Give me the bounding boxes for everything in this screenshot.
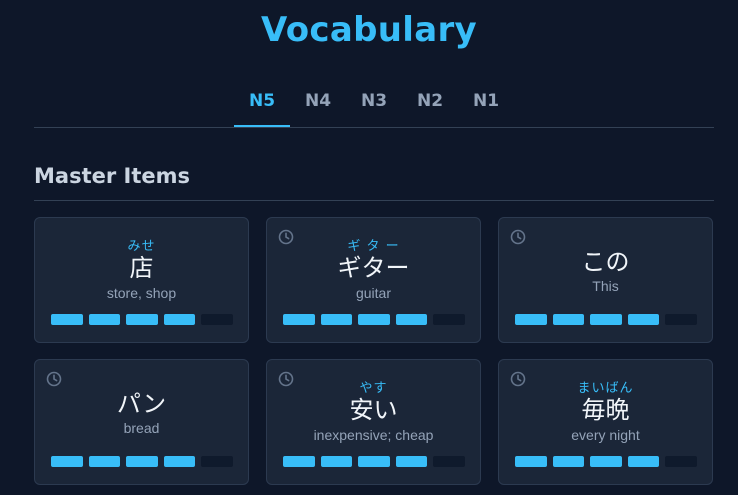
progress-bars	[51, 456, 233, 467]
progress-segment	[88, 314, 121, 325]
card-meaning: every night	[571, 427, 640, 443]
progress-segment	[433, 314, 465, 325]
progress-segment	[283, 456, 315, 467]
progress-segment	[627, 314, 660, 325]
progress-segment	[358, 314, 390, 325]
progress-segment	[515, 456, 547, 467]
progress-bars	[283, 314, 465, 325]
progress-segment	[283, 314, 315, 325]
progress-segment	[126, 456, 158, 467]
page-title: Vocabulary	[261, 10, 477, 50]
progress-segment	[665, 314, 697, 325]
progress-segment	[51, 314, 83, 325]
progress-segment	[552, 456, 585, 467]
progress-segment	[320, 456, 353, 467]
card-word: この	[581, 248, 630, 276]
level-tabs: N5 N4 N3 N2 N1	[34, 80, 714, 128]
progress-segment	[358, 456, 390, 467]
progress-segment	[163, 314, 196, 325]
card-meaning: This	[592, 278, 619, 294]
section-title: Master Items	[34, 164, 190, 188]
progress-segment	[395, 456, 428, 467]
vocab-card[interactable]: パン bread	[34, 359, 249, 485]
progress-segment	[320, 314, 353, 325]
progress-bars	[515, 314, 697, 325]
card-meaning: bread	[123, 420, 160, 436]
progress-segment	[395, 314, 428, 325]
tab-n1[interactable]: N1	[458, 80, 514, 127]
section-divider	[34, 200, 714, 201]
card-word: パン	[116, 390, 167, 418]
progress-segment	[201, 314, 233, 325]
progress-segment	[126, 314, 158, 325]
card-meaning: store, shop	[106, 285, 177, 301]
tab-n2[interactable]: N2	[402, 80, 458, 127]
progress-segment	[515, 314, 547, 325]
card-meaning: inexpensive; cheap	[313, 427, 434, 443]
vocab-card[interactable]: まいばん 毎晩 every night	[498, 359, 713, 485]
tab-n3[interactable]: N3	[346, 80, 402, 127]
progress-bars	[283, 456, 465, 467]
vocab-card[interactable]: この This	[498, 217, 713, 343]
progress-bars	[51, 314, 233, 325]
card-meaning: guitar	[355, 285, 392, 301]
card-word: 毎晩	[581, 396, 630, 424]
progress-segment	[590, 314, 622, 325]
progress-segment	[163, 456, 196, 467]
card-word: ギター	[337, 254, 410, 282]
tab-n5[interactable]: N5	[234, 80, 290, 127]
progress-segment	[433, 456, 465, 467]
vocab-card[interactable]: みせ店 store, shop	[34, 217, 249, 343]
progress-segment	[552, 314, 585, 325]
progress-segment	[51, 456, 83, 467]
vocabulary-page: Vocabulary N5 N4 N3 N2 N1 Master Items み…	[0, 0, 738, 495]
tab-n4[interactable]: N4	[290, 80, 346, 127]
progress-segment	[590, 456, 622, 467]
progress-segment	[88, 456, 121, 467]
progress-segment	[665, 456, 697, 467]
progress-segment	[627, 456, 660, 467]
progress-segment	[201, 456, 233, 467]
card-word: 店	[129, 254, 154, 282]
vocab-card[interactable]: ギ タ ーギター guitar	[266, 217, 481, 343]
progress-bars	[515, 456, 697, 467]
vocab-card[interactable]: やす 安い inexpensive; cheap	[266, 359, 481, 485]
card-word: 安い	[349, 396, 398, 424]
